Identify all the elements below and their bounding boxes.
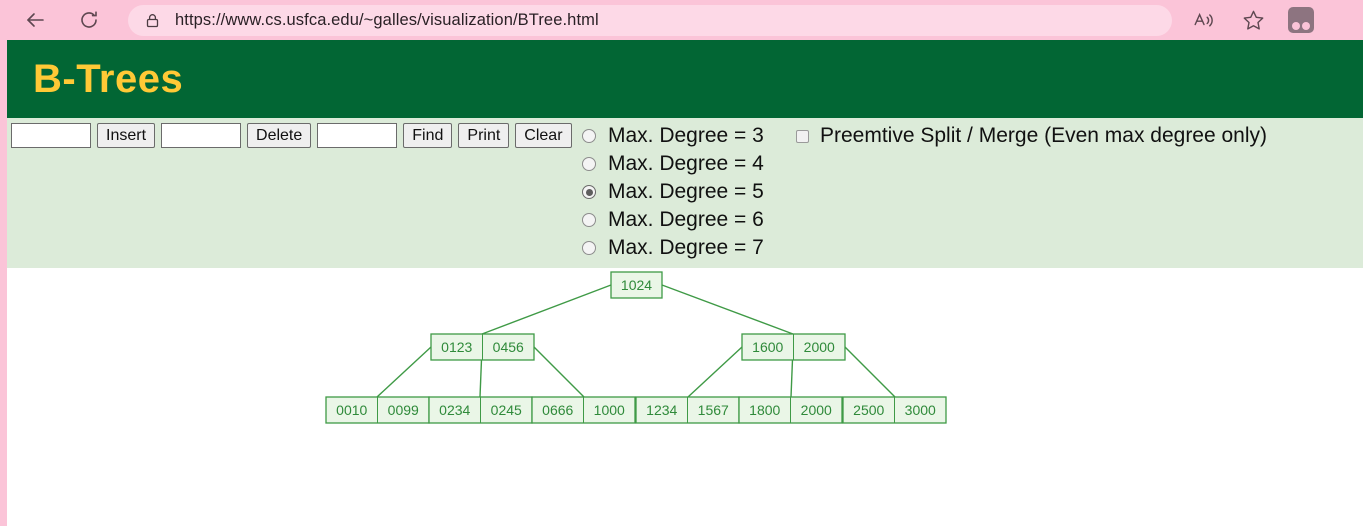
- btree-node[interactable]: 2500 3000: [842, 396, 947, 424]
- btree-svg: 1024 0123 0456 1600 2000 0010 0099 0234 0245 0666…: [325, 271, 947, 424]
- node-key-label: 0245: [491, 402, 522, 418]
- btree-node[interactable]: 1234 1567: [635, 396, 740, 424]
- page-banner: B-Trees: [7, 40, 1363, 118]
- node-key-label: 1024: [621, 277, 652, 293]
- node-key-label: 2500: [853, 402, 884, 418]
- page-content: B-Trees Insert Delete Find Print Clear M…: [7, 40, 1363, 526]
- radio-max-degree-6[interactable]: Max. Degree = 6: [582, 206, 764, 234]
- print-button[interactable]: Print: [458, 123, 510, 148]
- checkbox-mark[interactable]: [796, 129, 809, 143]
- preemptive-split-merge-label: Preemtive Split / Merge (Even max degree…: [820, 124, 1268, 147]
- tree-edge: [533, 346, 585, 398]
- insert-button[interactable]: Insert: [97, 123, 156, 148]
- node-key-label: 1000: [594, 402, 625, 418]
- node-key-label: 0456: [493, 339, 524, 355]
- preemptive-split-merge-checkbox[interactable]: Preemtive Split / Merge (Even max degree…: [796, 123, 1267, 149]
- node-key-label: 0123: [441, 339, 472, 355]
- page-title: B-Trees: [33, 56, 184, 101]
- address-bar[interactable]: https://www.cs.usfca.edu/~galles/visuali…: [128, 4, 1172, 36]
- node-key-label: 0099: [388, 402, 419, 418]
- radio-mark[interactable]: [582, 129, 596, 143]
- btree-node[interactable]: 0010 0099: [325, 396, 430, 424]
- find-button[interactable]: Find: [403, 123, 453, 148]
- btree-node[interactable]: 1600 2000: [741, 333, 846, 361]
- tree-edge: [661, 284, 794, 335]
- tree-edge: [376, 346, 432, 398]
- toolbar: Insert Delete Find Print Clear: [7, 123, 572, 148]
- btree-node[interactable]: 1024: [610, 271, 663, 299]
- clear-button[interactable]: Clear: [515, 123, 572, 148]
- radio-label: Max. Degree = 6: [608, 208, 764, 231]
- btree-visualization-canvas[interactable]: 1024 0123 0456 1600 2000 0010 0099 0234 0245 0666…: [7, 268, 1363, 526]
- window-frame-strip: [0, 40, 7, 526]
- btree-node[interactable]: 0666 1000: [531, 396, 636, 424]
- radio-label: Max. Degree = 7: [608, 236, 764, 259]
- tree-edge: [481, 284, 612, 335]
- btree-node[interactable]: 0123 0456: [430, 333, 535, 361]
- collections-dot-right: [1302, 22, 1310, 30]
- radio-max-degree-7[interactable]: Max. Degree = 7: [582, 234, 764, 262]
- lock-icon: [144, 12, 161, 29]
- node-key-label: 1800: [749, 402, 780, 418]
- node-key-label: 0234: [439, 402, 470, 418]
- url-text: https://www.cs.usfca.edu/~galles/visuali…: [175, 10, 599, 29]
- radio-mark[interactable]: [582, 185, 596, 199]
- control-panel: Insert Delete Find Print Clear Max. Degr…: [7, 118, 1363, 268]
- star-icon[interactable]: [1236, 3, 1270, 37]
- collections-icon[interactable]: [1288, 7, 1314, 33]
- radio-max-degree-4[interactable]: Max. Degree = 4: [582, 150, 764, 178]
- radio-max-degree-5[interactable]: Max. Degree = 5: [582, 178, 764, 206]
- delete-input[interactable]: [161, 123, 242, 148]
- node-key-label: 2000: [804, 339, 835, 355]
- radio-mark[interactable]: [582, 157, 596, 171]
- max-degree-radio-group: Max. Degree = 3 Max. Degree = 4 Max. Degre…: [582, 122, 764, 262]
- node-key-label: 1234: [646, 402, 677, 418]
- radio-mark[interactable]: [582, 241, 596, 255]
- node-key-label: 3000: [905, 402, 936, 418]
- reload-icon[interactable]: [72, 3, 106, 37]
- radio-label: Max. Degree = 5: [608, 180, 764, 203]
- btree-node[interactable]: 1800 2000: [738, 396, 843, 424]
- radio-label: Max. Degree = 3: [608, 124, 764, 147]
- insert-input[interactable]: [11, 123, 91, 148]
- node-key-label: 1567: [698, 402, 729, 418]
- node-key-label: 2000: [801, 402, 832, 418]
- delete-button[interactable]: Delete: [247, 123, 312, 148]
- radio-mark[interactable]: [582, 213, 596, 227]
- back-arrow-icon[interactable]: [18, 3, 52, 37]
- read-aloud-icon[interactable]: [1186, 3, 1220, 37]
- radio-label: Max. Degree = 4: [608, 152, 764, 175]
- radio-max-degree-3[interactable]: Max. Degree = 3: [582, 122, 764, 150]
- find-input[interactable]: [317, 123, 398, 148]
- browser-chrome: https://www.cs.usfca.edu/~galles/visuali…: [0, 0, 1363, 40]
- tree-edge: [844, 346, 896, 398]
- collections-dot-left: [1292, 22, 1300, 30]
- node-key-label: 1600: [752, 339, 783, 355]
- node-key-label: 0666: [542, 402, 573, 418]
- btree-node[interactable]: 0234 0245: [428, 396, 533, 424]
- node-key-label: 0010: [336, 402, 367, 418]
- tree-edge: [687, 346, 743, 398]
